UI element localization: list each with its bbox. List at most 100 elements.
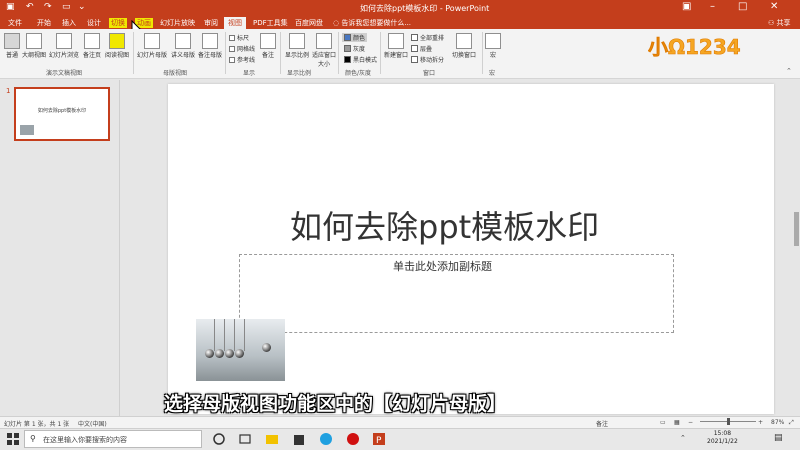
taskbar-clock[interactable]: 15:08 2021/1/22 <box>707 430 738 446</box>
zoom-percent[interactable]: 87% <box>771 419 784 426</box>
windows-start-icon[interactable] <box>6 432 20 446</box>
share-label: 共享 <box>776 19 791 27</box>
handout-master-label: 讲义母版 <box>170 52 195 59</box>
powerpoint-icon[interactable]: P <box>372 432 386 446</box>
customize-toolbar-icon[interactable]: ⌄ <box>78 2 86 12</box>
tab-design[interactable]: 设计 <box>87 18 101 28</box>
cortana-icon[interactable] <box>212 432 226 446</box>
notes-page-icon <box>84 33 100 49</box>
taskbar-search[interactable]: ⚲ 在这里输入你要搜索的内容 <box>24 430 202 448</box>
outline-view-button[interactable]: 大纲视图 <box>22 33 46 59</box>
tab-pdf[interactable]: PDF工具集 <box>253 18 288 28</box>
notes-master-button[interactable]: 备注母版 <box>197 33 223 59</box>
tray-arrow-icon[interactable]: ⌃ <box>680 434 686 442</box>
new-window-button[interactable]: 新建窗口 <box>383 33 409 59</box>
tab-baidu[interactable]: 百度网盘 <box>295 18 323 28</box>
media-app-icon[interactable] <box>346 432 360 446</box>
zoom-group-label: 显示比例 <box>287 70 312 77</box>
new-window-label: 新建窗口 <box>383 52 408 59</box>
fit-slide-icon[interactable]: ⤢ <box>789 419 794 427</box>
save-icon[interactable]: ▣ <box>6 2 15 12</box>
tell-me-search[interactable]: ◌ 告诉我您想要做什么... <box>333 18 411 28</box>
close-icon[interactable]: ✕ <box>770 1 778 12</box>
fit-to-window-icon <box>316 33 332 49</box>
task-view-icon[interactable] <box>238 432 252 446</box>
notes-page-button[interactable]: 备注页 <box>81 33 103 59</box>
window-title: 如何去除ppt模板水印 - PowerPoint <box>360 4 490 13</box>
slide-title[interactable]: 如何去除ppt模板水印 <box>290 202 599 248</box>
handout-master-button[interactable]: 讲义母版 <box>170 33 196 59</box>
vertical-scrollbar[interactable] <box>792 80 800 416</box>
status-notes-button[interactable]: 备注 <box>596 419 608 428</box>
notes-label: 备注 <box>261 52 274 59</box>
taskbar-search-text: 在这里输入你要搜索的内容 <box>43 436 127 444</box>
normal-view-button[interactable]: 普通 <box>3 33 21 59</box>
slide-master-icon <box>144 33 160 49</box>
slide-thumbnail[interactable]: 如何去除ppt模板水印 <box>14 87 110 141</box>
cascade-button[interactable]: 层叠 <box>411 44 432 53</box>
fit-to-window-button[interactable]: 适应窗口大小 <box>312 33 336 68</box>
video-caption: 选择母版视图功能区中的【幻灯片母版】 <box>164 393 507 415</box>
arrange-all-label: 全部重排 <box>420 35 445 42</box>
slide-sorter-icon <box>56 33 72 49</box>
macros-button[interactable]: 宏 <box>485 33 501 59</box>
maximize-icon[interactable]: □ <box>738 1 747 12</box>
zoom-in-icon[interactable]: + <box>758 419 763 426</box>
switch-window-button[interactable]: 切换窗口 <box>450 33 478 59</box>
minimize-icon[interactable]: – <box>710 1 715 12</box>
zoom-out-icon[interactable]: − <box>688 419 693 426</box>
black-white-button[interactable]: 黑白模式 <box>344 55 377 64</box>
tab-slideshow[interactable]: 幻灯片放映 <box>160 18 195 28</box>
slide-master-button[interactable]: 幻灯片母版 <box>135 33 169 59</box>
pane-splitter[interactable] <box>119 80 120 416</box>
ribbon-tabs: 文件 开始 插入 设计 切换 动画 幻灯片放映 审阅 视图 PDF工具集 百度网… <box>0 16 800 29</box>
zoom-slider-knob[interactable] <box>727 418 730 425</box>
watermark-logo: 小Ω1234 <box>648 36 741 58</box>
macros-label: 宏 <box>489 52 496 59</box>
tab-view[interactable]: 视图 <box>224 17 246 29</box>
color-label: 颜色 <box>353 35 366 42</box>
language-status[interactable]: 中文(中国) <box>78 419 107 428</box>
thumbnail-image <box>20 125 34 135</box>
ribbon-separator <box>338 32 339 74</box>
reading-view-button[interactable]: 阅读视图 <box>104 33 130 59</box>
share-button[interactable]: ⚇ 共享 <box>768 18 791 28</box>
cradle-ball <box>235 349 244 358</box>
tab-review[interactable]: 审阅 <box>204 18 218 28</box>
color-mode-button[interactable]: 颜色 <box>342 33 368 42</box>
arrange-all-button[interactable]: 全部重排 <box>411 33 444 42</box>
notes-button[interactable]: 备注 <box>258 33 278 59</box>
ruler-checkbox[interactable]: 标尺 <box>229 33 249 42</box>
redo-icon[interactable]: ↷ <box>44 2 52 12</box>
notes-master-label: 备注母版 <box>197 52 222 59</box>
tab-home[interactable]: 开始 <box>37 18 51 28</box>
view-sorter-icon[interactable]: ▦ <box>674 419 680 426</box>
checkbox-icon <box>229 46 235 52</box>
view-normal-icon[interactable]: ▭ <box>660 419 666 426</box>
status-bar: 幻灯片 第 1 张，共 1 张 中文(中国) 备注 ▭ ▦ − + 87% ⤢ <box>0 416 800 428</box>
edge-icon[interactable] <box>319 432 333 446</box>
tab-file[interactable]: 文件 <box>8 18 22 28</box>
newtons-cradle-image[interactable] <box>196 319 285 381</box>
normal-view-label: 普通 <box>5 52 18 59</box>
move-split-button[interactable]: 移动拆分 <box>411 55 444 64</box>
tab-insert[interactable]: 插入 <box>62 18 76 28</box>
tab-transitions[interactable]: 切换 <box>109 18 127 28</box>
guides-checkbox[interactable]: 参考线 <box>229 55 255 64</box>
gridlines-label: 网格线 <box>237 46 256 53</box>
string-line <box>244 319 245 351</box>
grayscale-button[interactable]: 灰度 <box>344 44 365 53</box>
scrollbar-thumb[interactable] <box>794 212 799 246</box>
gridlines-checkbox[interactable]: 网格线 <box>229 44 255 53</box>
slide-sorter-button[interactable]: 幻灯片浏览 <box>48 33 80 59</box>
store-icon[interactable] <box>292 432 306 446</box>
undo-icon[interactable]: ↶ <box>26 2 34 12</box>
file-explorer-icon[interactable] <box>265 432 279 446</box>
start-from-beginning-icon[interactable]: ▭ <box>62 2 71 12</box>
clock-time: 15:08 <box>713 430 732 437</box>
ribbon-options-icon[interactable]: ▣ <box>682 1 691 12</box>
collapse-ribbon-icon[interactable]: ⌃ <box>786 67 792 75</box>
zoom-button[interactable]: 显示比例 <box>283 33 311 59</box>
notification-icon[interactable]: ▤ <box>774 433 783 443</box>
slide-count: 幻灯片 第 1 张，共 1 张 <box>4 421 70 428</box>
